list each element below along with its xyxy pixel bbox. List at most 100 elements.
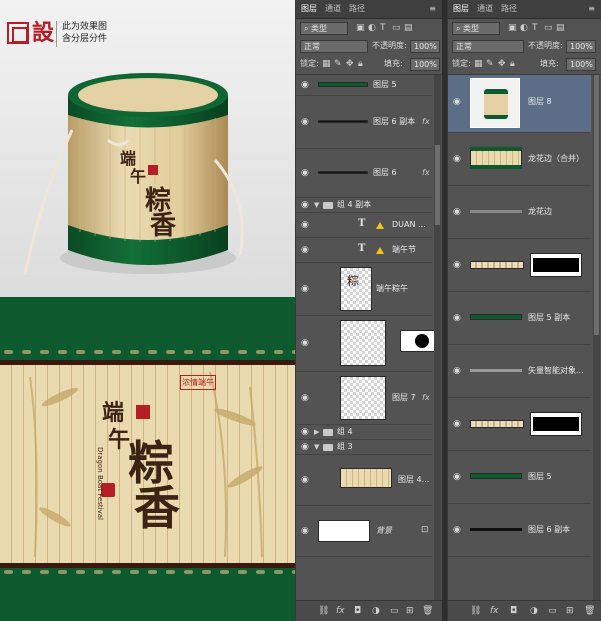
eye-icon[interactable]: ◉ [301, 200, 309, 210]
lock-transparency-icon[interactable]: ▦ [474, 58, 483, 70]
scrollbar[interactable] [434, 75, 441, 601]
layer-row[interactable]: ◉ 图层 4... [296, 455, 432, 506]
layer-row[interactable]: ◉ 图层 5 [448, 451, 591, 504]
layer-name[interactable]: 图层 6 [373, 168, 397, 178]
eye-icon[interactable]: ◉ [301, 338, 309, 348]
layer-row-selected[interactable]: ◉ 图层 8 [448, 75, 591, 133]
background-layer-row[interactable]: ◉ 背景 ⊡ [296, 506, 432, 557]
panel-menu-icon[interactable]: ≡ [588, 4, 595, 13]
layer-mask-thumbnail[interactable] [530, 412, 582, 436]
layer-row[interactable]: ◉ 粽 端午粽午 [296, 263, 432, 316]
layer-mask-thumbnail[interactable] [530, 253, 582, 277]
eye-icon[interactable]: ◉ [453, 154, 461, 164]
chevron-right-icon[interactable]: ▶ [314, 428, 319, 436]
layer-row[interactable]: ◉ [448, 239, 591, 292]
scrollbar-thumb[interactable] [594, 75, 599, 335]
layer-row[interactable]: ◉ 图层 6 副本 [448, 504, 591, 557]
layer-name[interactable]: 图层 8 [528, 97, 552, 107]
chevron-down-icon[interactable]: ▼ [314, 443, 319, 451]
fill-field[interactable]: 100% [410, 58, 440, 71]
layer-row[interactable]: ◉ [448, 398, 591, 451]
eye-icon[interactable]: ◉ [301, 168, 309, 178]
filter-kind-select[interactable]: ⌕ 类型 [300, 22, 348, 35]
tab-paths[interactable]: 路径 [349, 4, 365, 14]
eye-icon[interactable]: ◉ [301, 284, 309, 294]
eye-icon[interactable]: ◉ [453, 366, 461, 376]
filter-shape-icon[interactable]: ▭ [392, 22, 401, 34]
eye-icon[interactable]: ◉ [453, 525, 461, 535]
layer-row[interactable]: ◉ 图层 5 [296, 75, 432, 96]
layer-name[interactable]: DUAN ... [392, 220, 426, 230]
group-row[interactable]: ◉ ▶ 组 4 [296, 425, 432, 440]
adjustment-icon[interactable]: ◑ [372, 606, 380, 616]
layer-name[interactable]: 矢量智能对象... [528, 366, 584, 376]
tab-layers[interactable]: 图层 [301, 4, 317, 14]
layer-name[interactable]: 图层 7 [392, 393, 416, 403]
filter-adjust-icon[interactable]: ◐ [368, 22, 376, 34]
layer-row[interactable]: ◉ 图层 7 fx [296, 372, 432, 425]
link-icon[interactable]: ⛓ [470, 606, 481, 616]
fx-icon[interactable]: fx [490, 606, 499, 616]
opacity-field[interactable]: 100% [410, 40, 440, 53]
layer-name[interactable]: 图层 4... [398, 475, 429, 485]
mask-icon[interactable]: ◘ [354, 606, 361, 616]
fx-icon[interactable]: fx [422, 117, 430, 126]
scrollbar[interactable] [593, 75, 600, 601]
group-name[interactable]: 组 4 副本 [337, 200, 371, 210]
layer-row[interactable]: ◉ T DUAN ... [296, 213, 432, 238]
filter-shape-icon[interactable]: ▭ [544, 22, 553, 34]
lock-transparency-icon[interactable]: ▦ [322, 58, 331, 70]
lock-all-icon[interactable]: 🔒︎ [358, 58, 363, 70]
eye-icon[interactable]: ◉ [301, 475, 309, 485]
layer-row[interactable]: ◉ 图层 5 副本 [448, 292, 591, 345]
tab-paths[interactable]: 路径 [501, 4, 517, 14]
layer-row[interactable]: ◉ 龙花边 [448, 186, 591, 239]
layer-name[interactable]: 图层 6 副本 [373, 117, 415, 127]
lock-paint-icon[interactable]: ✎ [486, 58, 494, 70]
layer-name[interactable]: 龙花边（合并） [528, 154, 584, 164]
mask-icon[interactable]: ◘ [510, 606, 517, 616]
layer-mask-thumbnail[interactable] [400, 330, 436, 352]
eye-icon[interactable]: ◉ [453, 313, 461, 323]
layer-name[interactable]: 图层 6 副本 [528, 525, 570, 535]
eye-icon[interactable]: ◉ [301, 80, 309, 90]
eye-icon[interactable]: ◉ [453, 472, 461, 482]
eye-icon[interactable]: ◉ [453, 97, 461, 107]
filter-type-icon[interactable]: T [380, 22, 386, 34]
tab-channels[interactable]: 通道 [477, 4, 493, 14]
lock-move-icon[interactable]: ✥ [346, 58, 354, 70]
trash-icon[interactable]: 🗑︎ [422, 606, 433, 616]
layer-name[interactable]: 图层 5 [373, 80, 397, 90]
scrollbar-thumb[interactable] [435, 145, 440, 225]
opacity-field[interactable]: 100% [566, 40, 596, 53]
eye-icon[interactable]: ◉ [453, 207, 461, 217]
eye-icon[interactable]: ◉ [301, 427, 309, 437]
panel-menu-icon[interactable]: ≡ [429, 4, 436, 13]
group-row[interactable]: ◉ ▼ 组 3 [296, 440, 432, 455]
eye-icon[interactable]: ◉ [301, 220, 309, 230]
lock-move-icon[interactable]: ✥ [498, 58, 506, 70]
layer-name[interactable]: 端午粽午 [376, 284, 408, 294]
layer-row[interactable]: ◉ 龙花边（合并） [448, 133, 591, 186]
filter-smart-icon[interactable]: ▤ [404, 22, 413, 34]
filter-type-icon[interactable]: T [532, 22, 538, 34]
blend-mode-select[interactable]: 正常 [300, 40, 368, 53]
tab-layers[interactable]: 图层 [453, 4, 469, 14]
adjustment-icon[interactable]: ◑ [530, 606, 538, 616]
link-icon[interactable]: ⛓ [318, 606, 329, 616]
tab-channels[interactable]: 通道 [325, 4, 341, 14]
filter-adjust-icon[interactable]: ◐ [520, 22, 528, 34]
new-layer-icon[interactable]: ⊞ [566, 606, 574, 616]
layer-row[interactable]: ◉ 图层 6 fx [296, 149, 432, 198]
filter-smart-icon[interactable]: ▤ [556, 22, 565, 34]
eye-icon[interactable]: ◉ [453, 419, 461, 429]
layer-row[interactable]: ◉ 图层 6 副本 fx [296, 96, 432, 149]
filter-image-icon[interactable]: ▣ [356, 22, 365, 34]
eye-icon[interactable]: ◉ [453, 260, 461, 270]
layer-row[interactable]: ◉ [296, 316, 436, 372]
group-name[interactable]: 组 4 [337, 427, 353, 437]
chevron-down-icon[interactable]: ▼ [314, 201, 319, 209]
layer-name[interactable]: 端午节 [392, 245, 416, 255]
lock-all-icon[interactable]: 🔒︎ [510, 58, 515, 70]
group-icon[interactable]: ▭ [390, 606, 399, 616]
